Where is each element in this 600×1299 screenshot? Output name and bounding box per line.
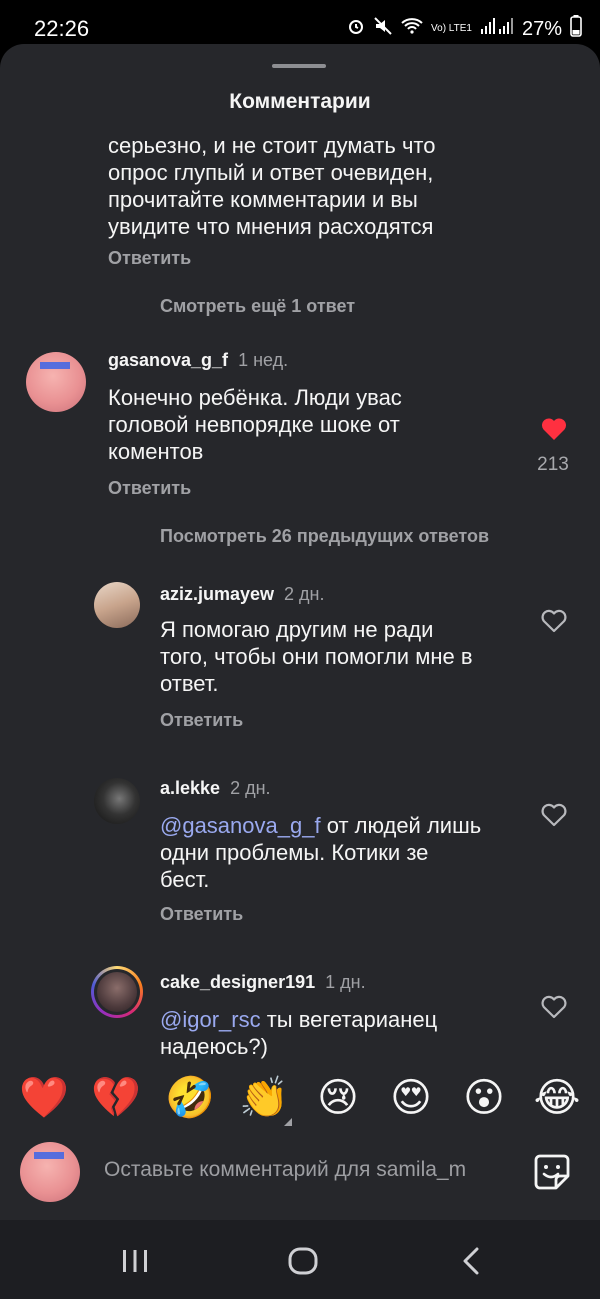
mention-link[interactable]: @gasanova_g_f xyxy=(160,813,321,838)
reply-button[interactable]: Ответить xyxy=(108,478,191,499)
comment-input[interactable]: Оставьте комментарий для samila_m xyxy=(104,1158,466,1182)
network-type-label: Vo) LTE1 xyxy=(431,23,472,34)
like-count: 213 xyxy=(537,454,569,475)
comment-line: увидите что мнения расходятся xyxy=(108,214,434,239)
avatar[interactable] xyxy=(94,582,140,628)
heart-outline-icon[interactable] xyxy=(540,994,568,1025)
comment-line: бест. xyxy=(160,867,210,892)
comment-line: одни проблемы. Котики зе xyxy=(160,840,429,865)
comment-header: aziz.jumayew 2 дн. xyxy=(160,584,325,605)
signal-icon xyxy=(480,17,514,41)
reaction-surprised[interactable]: 😮 xyxy=(456,1070,512,1126)
avatar[interactable] xyxy=(26,352,86,412)
comments-sheet: Комментарии серьезно, и не стоит думать … xyxy=(0,44,600,1220)
comment-header: cake_designer191 1 дн. xyxy=(160,972,366,993)
username[interactable]: gasanova_g_f xyxy=(108,350,228,370)
comment-time: 1 дн. xyxy=(325,972,366,992)
comment-text: @igor_rsc ты вегетарианец надеюсь?) xyxy=(160,1006,530,1060)
comment-text: Я помогаю другим не ради того, чтобы они… xyxy=(160,616,530,697)
battery-icon xyxy=(570,15,582,43)
heart-outline-icon[interactable] xyxy=(540,608,568,639)
recent-apps-icon[interactable] xyxy=(120,1248,150,1279)
wifi-icon xyxy=(401,17,423,41)
sticker-icon[interactable] xyxy=(532,1152,572,1197)
my-avatar xyxy=(20,1142,80,1202)
view-previous-replies-link[interactable]: Посмотреть 26 предыдущих ответов xyxy=(160,526,489,547)
reply-button[interactable]: Ответить xyxy=(108,248,191,269)
quick-reactions-bar: ❤️ 💔 🤣 👏 😢 😍 😮 😂 xyxy=(0,1070,600,1130)
comment-text: серьезно, и не стоит думать что опрос гл… xyxy=(108,132,528,240)
home-icon[interactable] xyxy=(288,1247,318,1280)
comment-line: опрос глупый и ответ очевиден, xyxy=(108,160,434,185)
status-icons: Vo) LTE1 27% xyxy=(347,15,582,43)
avatar-story-ring[interactable] xyxy=(91,966,143,1018)
view-more-replies-link[interactable]: Смотреть ещё 1 ответ xyxy=(160,296,355,317)
comment-line: головой невпорядке шоке от xyxy=(108,412,400,437)
comment-line: коментов xyxy=(108,439,204,464)
reaction-heart-eyes[interactable]: 😍 xyxy=(383,1070,439,1126)
sheet-drag-handle[interactable] xyxy=(272,64,326,68)
comment-text: Конечно ребёнка. Люди увас головой невпо… xyxy=(108,384,518,465)
reaction-rofl[interactable]: 🤣 xyxy=(162,1070,218,1126)
reaction-crying[interactable]: 😢 xyxy=(310,1070,366,1126)
system-nav-bar xyxy=(0,1220,600,1299)
alarm-icon xyxy=(347,17,365,41)
comment-header: a.lekke 2 дн. xyxy=(160,778,271,799)
battery-percent: 27% xyxy=(521,17,562,40)
sheet-title: Комментарии xyxy=(229,90,371,113)
comment-composer: Оставьте комментарий для samila_m xyxy=(0,1130,600,1220)
comment-line: серьезно, и не стоит думать что xyxy=(108,133,436,158)
comment-time: 1 нед. xyxy=(238,350,289,370)
skin-tone-indicator xyxy=(284,1118,292,1126)
status-time: 22:26 xyxy=(34,16,90,41)
username[interactable]: a.lekke xyxy=(160,778,220,798)
comment-time: 2 дн. xyxy=(284,584,325,604)
reaction-heart[interactable]: ❤️ xyxy=(16,1070,72,1126)
username[interactable]: aziz.jumayew xyxy=(160,584,274,604)
comment-line: ответ. xyxy=(160,671,219,696)
heart-filled-icon[interactable] xyxy=(540,416,568,447)
reaction-broken-heart[interactable]: 💔 xyxy=(88,1070,144,1126)
mention-link[interactable]: @igor_rsc xyxy=(160,1007,261,1032)
comment-header: gasanova_g_f 1 нед. xyxy=(108,350,288,371)
reaction-joy[interactable]: 😂 xyxy=(529,1070,585,1126)
reply-button[interactable]: Ответить xyxy=(160,710,243,731)
comment-text-rest: от людей лишь xyxy=(320,813,482,838)
comment-line: Конечно ребёнка. Люди увас xyxy=(108,385,402,410)
username[interactable]: cake_designer191 xyxy=(160,972,315,992)
mute-icon xyxy=(373,16,393,42)
comment-line: прочитайте комментарии и вы xyxy=(108,187,418,212)
comment-line: @igor_rsc ты вегетарианец xyxy=(160,1006,530,1033)
comment-text-rest: ты вегетарианец xyxy=(260,1007,438,1032)
comment-line: того, чтобы они помогли мне в xyxy=(160,644,473,669)
comment-line: @gasanova_g_f от людей лишь xyxy=(160,812,530,839)
comment-time: 2 дн. xyxy=(230,778,271,798)
comment-text: @gasanova_g_f от людей лишь одни проблем… xyxy=(160,812,530,893)
comment-line: Я помогаю другим не ради xyxy=(160,617,434,642)
comment-line: надеюсь?) xyxy=(160,1034,268,1059)
reply-button[interactable]: Ответить xyxy=(160,904,243,925)
back-icon[interactable] xyxy=(460,1246,482,1281)
comments-list[interactable]: серьезно, и не стоит думать что опрос гл… xyxy=(0,124,600,1072)
avatar[interactable] xyxy=(94,778,140,824)
heart-outline-icon[interactable] xyxy=(540,802,568,833)
